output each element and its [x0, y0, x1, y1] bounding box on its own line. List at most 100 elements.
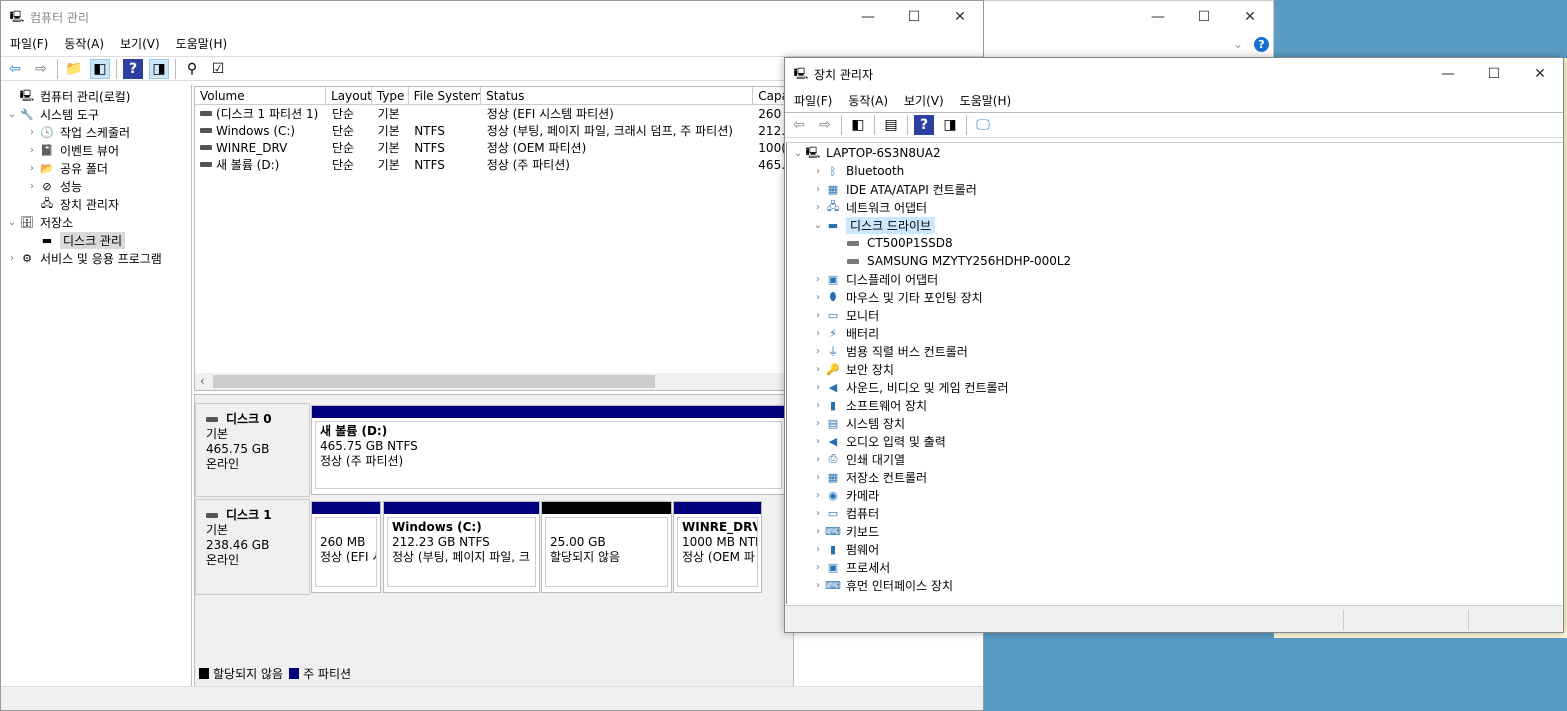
chevron-icon[interactable]: › — [25, 181, 39, 192]
chevron-icon[interactable]: ⌄ — [5, 217, 19, 228]
chevron-right-icon[interactable]: › — [811, 166, 825, 177]
close-button[interactable]: ✕ — [937, 1, 983, 33]
column-header-volume[interactable]: Volume — [195, 87, 327, 104]
minimize-button[interactable]: — — [1135, 1, 1181, 33]
table-row[interactable]: 새 볼륨 (D:) 단순 기본 NTFS 정상 (주 파티션) 465. — [195, 156, 793, 173]
minimize-button[interactable]: — — [845, 1, 891, 33]
table-row[interactable]: Windows (C:) 단순 기본 NTFS 정상 (부팅, 페이지 파일, 크래시 … — [195, 122, 793, 139]
show-hide-tree-icon[interactable]: ◧ — [848, 115, 868, 135]
tree-item-clock[interactable]: › 🕓 작업 스케줄러 — [1, 123, 191, 141]
chevron-right-icon[interactable]: › — [811, 418, 825, 429]
device-category-software-device[interactable]: › ▮ 소프트웨어 장치 — [787, 396, 1562, 414]
device-category-storage-controller[interactable]: › ▦ 저장소 컨트롤러 — [787, 468, 1562, 486]
back-icon[interactable]: ⇦ — [789, 115, 809, 135]
chevron-icon[interactable]: › — [5, 253, 19, 264]
chevron-down-icon[interactable]: ⌄ — [811, 220, 825, 231]
column-header-file-system[interactable]: File System — [409, 87, 482, 104]
chevron-icon[interactable]: › — [25, 163, 39, 174]
device-category-mouse[interactable]: › ⬮ 마우스 및 기타 포인팅 장치 — [787, 288, 1562, 306]
chevron-right-icon[interactable]: › — [811, 184, 825, 195]
partition[interactable]: 새 볼륨 (D:) 465.75 GB NTFS 정상 (주 파티션) — [311, 405, 786, 495]
show-action-pane-icon[interactable]: ◨ — [940, 115, 960, 135]
tree-item-performance[interactable]: › ⊘ 성능 — [1, 177, 191, 195]
scrollbar-thumb[interactable] — [213, 375, 655, 388]
device-category-audio[interactable]: › ◀ 오디오 입력 및 출력 — [787, 432, 1562, 450]
device-category-bluetooth[interactable]: › ᛒ Bluetooth — [787, 162, 1562, 180]
column-header-layout[interactable]: Layout — [326, 87, 372, 104]
device-category-printer[interactable]: › ⎙ 인쇄 대기열 — [787, 450, 1562, 468]
chevron-right-icon[interactable]: › — [811, 436, 825, 447]
menu-help[interactable]: 도움말(H) — [960, 92, 1012, 112]
chevron-right-icon[interactable]: › — [811, 202, 825, 213]
back-icon[interactable]: ⇦ — [5, 59, 25, 79]
table-row[interactable]: (디스크 1 파티션 1) 단순 기본 정상 (EFI 시스템 파티션) 260 — [195, 105, 793, 122]
chevron-right-icon[interactable]: › — [811, 454, 825, 465]
device-category-system-device[interactable]: › ▤ 시스템 장치 — [787, 414, 1562, 432]
maximize-button[interactable]: ☐ — [1471, 58, 1517, 90]
chevron-right-icon[interactable]: › — [811, 292, 825, 303]
chevron-right-icon[interactable]: › — [811, 580, 825, 591]
help-icon[interactable]: ? — [123, 58, 143, 79]
menu-view[interactable]: 보기(V) — [120, 35, 160, 55]
chevron-right-icon[interactable]: › — [811, 472, 825, 483]
chevron-icon[interactable]: ⌄ — [5, 109, 19, 120]
forward-icon[interactable]: ⇨ — [815, 115, 835, 135]
device-category-security-device[interactable]: › 🔑 보안 장치 — [787, 360, 1562, 378]
tree-item-computer[interactable]: 🖳 컴퓨터 관리(로컬) — [1, 87, 191, 105]
menu-file[interactable]: 파일(F) — [794, 92, 832, 112]
up-folder-icon[interactable]: 📁 — [64, 59, 84, 79]
tree-item-event-viewer[interactable]: › 📓 이벤트 뷰어 — [1, 141, 191, 159]
device-category-firmware[interactable]: › ▮ 펌웨어 — [787, 540, 1562, 558]
device-category-hid[interactable]: › ⌨ 휴먼 인터페이스 장치 — [787, 576, 1562, 594]
menu-view[interactable]: 보기(V) — [904, 92, 944, 112]
chevron-right-icon[interactable]: › — [811, 274, 825, 285]
table-row[interactable]: WINRE_DRV 단순 기본 NTFS 정상 (OEM 파티션) 100( — [195, 139, 793, 156]
horizontal-scrollbar[interactable]: ‹ — [195, 373, 793, 390]
chevron-right-icon[interactable]: › — [811, 490, 825, 501]
help-icon[interactable]: ? — [914, 115, 934, 135]
device-category-keyboard[interactable]: › ⌨ 키보드 — [787, 522, 1562, 540]
chevron-right-icon[interactable]: › — [811, 310, 825, 321]
device-category-network-adapter[interactable]: › 🖧 네트워크 어댑터 — [787, 198, 1562, 216]
device-category-disk-drive[interactable]: ⌄ ▬ 디스크 드라이브 — [787, 216, 1562, 234]
device-category-usb[interactable]: › ⏚ 범용 직렬 버스 컨트롤러 — [787, 342, 1562, 360]
chevron-right-icon[interactable]: › — [811, 400, 825, 411]
tree-item-shared-folder[interactable]: › 📂 공유 폴더 — [1, 159, 191, 177]
menu-action[interactable]: 동작(A) — [848, 92, 888, 112]
close-button[interactable]: ✕ — [1227, 1, 1273, 33]
menu-action[interactable]: 동작(A) — [64, 35, 104, 55]
tree-item-storage[interactable]: ⌄ 🗄 저장소 — [1, 213, 191, 231]
menu-file[interactable]: 파일(F) — [10, 35, 48, 55]
device-category-display-adapter[interactable]: › ▣ 디스플레이 어댑터 — [787, 270, 1562, 288]
device-category-camera[interactable]: › ◉ 카메라 — [787, 486, 1562, 504]
chevron-down-icon[interactable]: ⌄ — [1233, 37, 1243, 51]
maximize-button[interactable]: ☐ — [891, 1, 937, 33]
partition[interactable]: 260 MB정상 (EFI 시 — [311, 501, 381, 593]
forward-icon[interactable]: ⇨ — [31, 59, 51, 79]
device-category-battery[interactable]: › ⚡ 배터리 — [787, 324, 1562, 342]
properties-icon[interactable]: ☑ — [208, 59, 228, 79]
chevron-icon[interactable]: › — [25, 127, 39, 138]
minimize-button[interactable]: — — [1425, 58, 1471, 90]
menu-help[interactable]: 도움말(H) — [176, 35, 228, 55]
scan-hardware-icon[interactable]: 🖵 — [973, 115, 993, 135]
device-category-ide-controller[interactable]: › ▦ IDE ATA/ATAPI 컨트롤러 — [787, 180, 1562, 198]
chevron-right-icon[interactable]: › — [811, 562, 825, 573]
device-category-speaker[interactable]: › ◀ 사운드, 비디오 및 게임 컨트롤러 — [787, 378, 1562, 396]
device-item[interactable]: SAMSUNG MZYTY256HDHP-000L2 — [787, 252, 1562, 270]
maximize-button[interactable]: ☐ — [1181, 1, 1227, 33]
chevron-right-icon[interactable]: › — [811, 544, 825, 555]
chevron-right-icon[interactable]: › — [811, 364, 825, 375]
help-icon[interactable]: ? — [1254, 37, 1269, 52]
chevron-right-icon[interactable]: › — [811, 382, 825, 393]
close-button[interactable]: ✕ — [1517, 58, 1563, 90]
device-category-computer[interactable]: › ▭ 컴퓨터 — [787, 504, 1562, 522]
partition[interactable]: 25.00 GB 할당되지 않음 — [541, 501, 672, 593]
chevron-right-icon[interactable]: › — [811, 328, 825, 339]
show-hide-tree-icon[interactable]: ◧ — [90, 58, 110, 79]
tree-item-disk-management[interactable]: ▬ 디스크 관리 — [1, 231, 191, 249]
device-item[interactable]: CT500P1SSD8 — [787, 234, 1562, 252]
show-action-pane-icon[interactable]: ◨ — [149, 58, 169, 79]
partition[interactable]: WINRE_DRV 1000 MB NTF 정상 (OEM 파 — [673, 501, 762, 593]
chevron-icon[interactable]: › — [25, 145, 39, 156]
